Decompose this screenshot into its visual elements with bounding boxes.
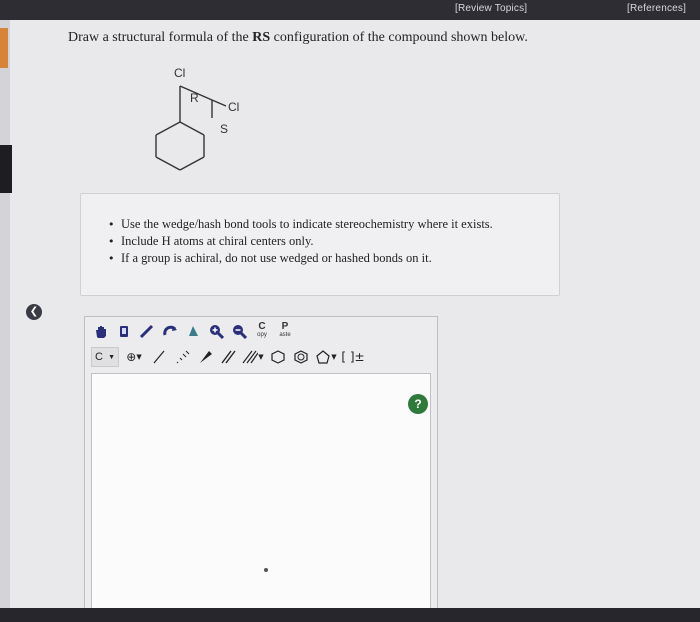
review-topics-link[interactable]: [Review Topics]: [455, 3, 527, 14]
toolbar-row-top: C opy P aste: [85, 319, 437, 343]
paste-button[interactable]: P aste: [275, 321, 295, 341]
bottom-bar: [0, 608, 700, 622]
hand-move-icon[interactable]: [91, 321, 111, 341]
question-text: Draw a structural formula of the RS conf…: [68, 30, 528, 46]
chevron-down-icon: ▼: [136, 353, 142, 361]
stereo-label-s: S: [220, 122, 229, 136]
instruction-item: If a group is achiral, do not use wedged…: [108, 250, 559, 267]
eraser-icon[interactable]: [114, 321, 134, 341]
hexagon-ring-icon[interactable]: [268, 347, 288, 367]
zoom-out-icon[interactable]: [229, 321, 249, 341]
chevron-left-icon[interactable]: ❮: [24, 302, 44, 322]
left-edge: [0, 20, 12, 622]
hash-bond-tool[interactable]: [172, 347, 192, 367]
double-bond-tool[interactable]: [218, 347, 238, 367]
charge-plus-button[interactable]: ⊕ ▼: [122, 347, 146, 367]
instruction-item: Use the wedge/hash bond tools to indicat…: [108, 216, 559, 233]
references-link[interactable]: [References]: [627, 3, 686, 14]
question-bold: RS: [252, 30, 271, 45]
atom-label-cl-top: Cl: [174, 66, 186, 80]
ring-bond: [155, 156, 181, 171]
ring-bond: [155, 121, 181, 136]
chevron-down-icon: ▼: [108, 353, 115, 361]
circle-plus-icon: ⊕: [126, 350, 137, 364]
ring-bond: [179, 156, 205, 171]
atom-selector[interactable]: C ▼: [91, 347, 119, 367]
triple-bond-tool[interactable]: ▼: [241, 347, 265, 367]
toolbar-row-bottom: C ▼ ⊕ ▼ ▼ ▼ [ ]±: [85, 345, 437, 369]
copy-sub: opy: [257, 332, 267, 338]
ring-bond: [179, 121, 205, 136]
lasso-icon[interactable]: [137, 321, 157, 341]
molecule-svg: [155, 85, 227, 171]
paste-sub: aste: [279, 332, 291, 338]
paste-label: P: [281, 321, 289, 332]
chevron-down-icon: ▼: [331, 353, 337, 361]
chevron-down-icon: ▼: [258, 353, 264, 361]
left-accent-bar: [0, 28, 8, 68]
cursor-dot: [264, 568, 268, 572]
stereo-label-r: R: [190, 91, 199, 105]
instruction-item: Include H atoms at chiral centers only.: [108, 233, 559, 250]
molecule-structure: Cl R Cl S: [140, 60, 260, 180]
benzene-ring-icon[interactable]: [291, 347, 311, 367]
help-icon[interactable]: ?: [408, 394, 428, 414]
top-bar: [Review Topics] [References]: [0, 0, 700, 20]
single-bond-tool[interactable]: [149, 347, 169, 367]
question-prefix: Draw a structural formula of the: [68, 30, 253, 45]
atom-selector-label: C: [95, 351, 103, 363]
charge-bracket-tool[interactable]: [ ]±: [341, 347, 365, 367]
copy-label: C: [258, 321, 266, 332]
question-suffix: configuration of the compound shown belo…: [270, 30, 528, 45]
c-cl-bond-right: [211, 99, 227, 107]
atom-label-cl-right: Cl: [228, 100, 240, 114]
wedge-bond-tool[interactable]: [195, 347, 215, 367]
left-dark-tab[interactable]: [0, 145, 12, 193]
copy-button[interactable]: C opy: [252, 321, 272, 341]
bond-select-icon[interactable]: [183, 321, 203, 341]
structure-editor: C opy P aste C ▼ ⊕ ▼ ▼ ▼ []± ?: [84, 316, 438, 616]
drawing-canvas[interactable]: ?: [91, 373, 431, 613]
zoom-in-icon[interactable]: [206, 321, 226, 341]
pentagon-ring-icon[interactable]: ▼: [314, 347, 338, 367]
instructions-list: Use the wedge/hash bond tools to indicat…: [81, 194, 559, 267]
instructions-box: Use the wedge/hash bond tools to indicat…: [80, 193, 560, 296]
rotate-icon[interactable]: [160, 321, 180, 341]
